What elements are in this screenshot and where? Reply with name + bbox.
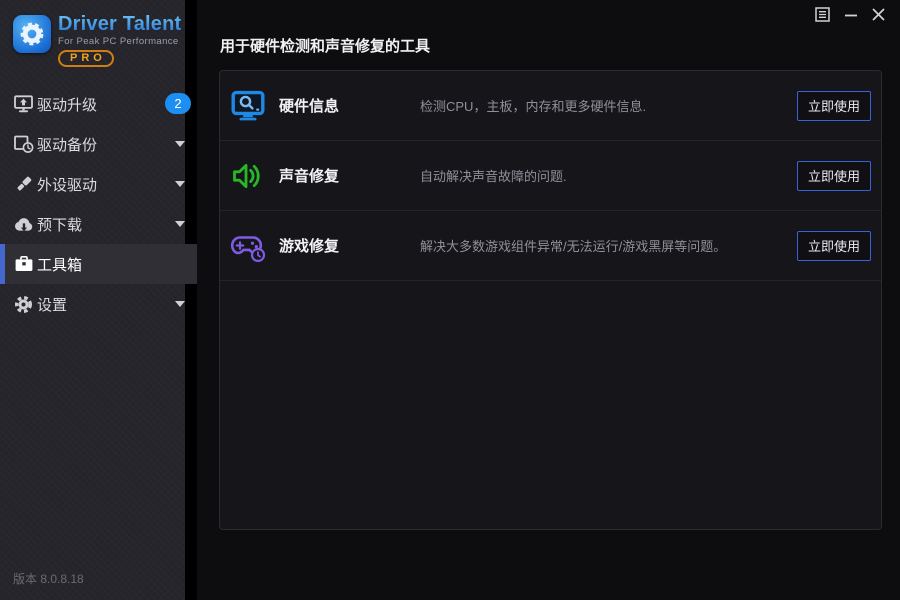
logo-gear-icon — [13, 15, 51, 53]
logo-text: Driver Talent For Peak PC Performance PR… — [58, 14, 181, 67]
sidebar-item-label: 驱动升级 — [37, 96, 98, 114]
gear-icon — [13, 294, 34, 314]
tool-description: 解决大多数游戏组件异常/无法运行/游戏黑屏等问题。 — [420, 239, 727, 254]
monitor-upgrade-icon — [13, 94, 34, 114]
close-icon — [871, 7, 886, 27]
tool-description: 自动解决声音故障的问题. — [420, 169, 567, 184]
use-now-button[interactable]: 立即使用 — [797, 90, 871, 121]
usb-drive-icon — [13, 174, 34, 194]
menu-button[interactable] — [813, 6, 832, 27]
minimize-button[interactable] — [841, 7, 860, 26]
tool-row-sound-repair: 声音修复 自动解决声音故障的问题. 立即使用 — [220, 141, 881, 211]
chevron-down-icon — [175, 141, 185, 147]
chevron-down-icon — [175, 181, 185, 187]
use-now-button[interactable]: 立即使用 — [797, 160, 871, 191]
hardware-monitor-search-icon — [229, 88, 267, 124]
sidebar-item-label: 驱动备份 — [37, 136, 98, 154]
chevron-down-icon — [175, 301, 185, 307]
sidebar-item-peripheral-drivers[interactable]: 外设驱动 — [0, 164, 197, 204]
sidebar-menu: 驱动升级 2 驱动备份 外设驱动 预下载 工具箱 设置 — [0, 84, 197, 324]
tool-row-game-repair: 游戏修复 解决大多数游戏组件异常/无法运行/游戏黑屏等问题。 立即使用 — [220, 211, 881, 281]
tool-title: 声音修复 — [279, 168, 340, 185]
page-title: 用于硬件检测和声音修复的工具 — [220, 38, 431, 55]
logo-title: Driver Talent — [58, 13, 182, 35]
speaker-sound-icon — [229, 158, 267, 194]
logo-subtitle: For Peak PC Performance — [58, 36, 179, 47]
use-now-button[interactable]: 立即使用 — [797, 230, 871, 261]
close-button[interactable] — [869, 7, 888, 26]
tool-title: 硬件信息 — [279, 98, 340, 115]
update-count-badge: 2 — [165, 93, 191, 114]
minimize-icon — [844, 7, 858, 27]
tool-row-hardware-info: 硬件信息 检测CPU，主板，内存和更多硬件信息. 立即使用 — [220, 71, 881, 141]
menu-list-icon — [815, 6, 830, 27]
sidebar-item-predownload[interactable]: 预下载 — [0, 204, 197, 244]
sidebar-item-toolbox[interactable]: 工具箱 — [0, 244, 197, 284]
window-controls — [813, 6, 888, 27]
main-content: 用于硬件检测和声音修复的工具 硬件信息 检测CPU，主板，内存和更多硬件信息. — [209, 0, 900, 600]
sidebar-item-label: 设置 — [37, 296, 68, 314]
sidebar-item-label: 预下载 — [37, 216, 83, 234]
logo: Driver Talent For Peak PC Performance PR… — [13, 14, 193, 70]
tool-title: 游戏修复 — [279, 238, 340, 255]
cloud-download-icon — [13, 214, 34, 234]
backup-clock-icon — [13, 134, 34, 154]
toolbox-icon — [13, 254, 34, 274]
sidebar-item-label: 外设驱动 — [37, 176, 98, 194]
sidebar-item-driver-backup[interactable]: 驱动备份 — [0, 124, 197, 164]
sidebar: Driver Talent For Peak PC Performance PR… — [0, 0, 197, 600]
sidebar-item-driver-update[interactable]: 驱动升级 2 — [0, 84, 197, 124]
pro-badge: PRO — [58, 50, 114, 67]
tool-description: 检测CPU，主板，内存和更多硬件信息. — [420, 99, 647, 114]
sidebar-item-settings[interactable]: 设置 — [0, 284, 197, 324]
version-label: 版本 8.0.8.18 — [13, 572, 84, 586]
sidebar-item-label: 工具箱 — [37, 256, 83, 274]
gamepad-repair-icon — [229, 228, 267, 264]
chevron-down-icon — [175, 221, 185, 227]
tools-panel: 硬件信息 检测CPU，主板，内存和更多硬件信息. 立即使用 声音修复 自动解决声… — [219, 70, 882, 530]
